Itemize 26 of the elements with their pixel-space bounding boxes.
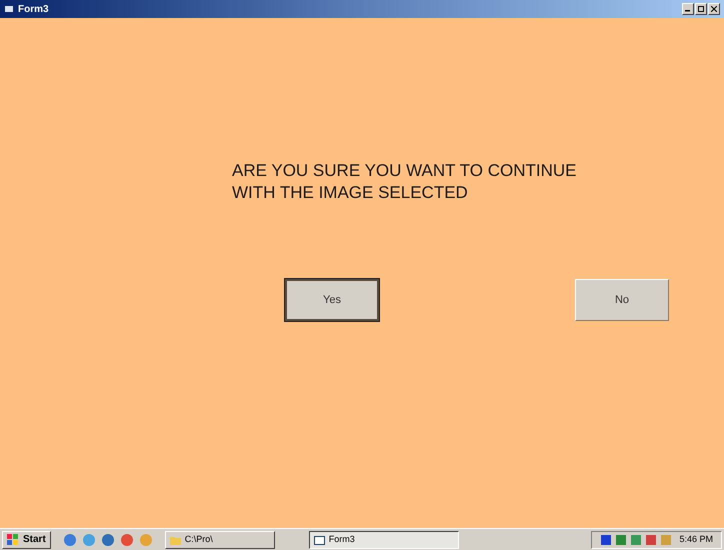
tray-icon[interactable] bbox=[630, 534, 642, 546]
tray-icon[interactable] bbox=[645, 534, 658, 546]
close-button[interactable] bbox=[708, 3, 720, 15]
windows-logo-icon bbox=[7, 534, 19, 546]
start-button[interactable]: Start bbox=[2, 530, 51, 548]
window-icon bbox=[4, 4, 14, 14]
close-icon bbox=[711, 6, 717, 12]
quick-launch-icon[interactable] bbox=[62, 532, 77, 546]
quick-launch-icon[interactable] bbox=[82, 532, 96, 546]
confirmation-message: WITH THE IMAGE SELECTED bbox=[232, 182, 469, 204]
taskbar-button[interactable]: C:\Pro\ bbox=[164, 530, 275, 548]
quick-launch-icon[interactable] bbox=[100, 532, 115, 546]
window-icon bbox=[314, 534, 325, 544]
maximize-icon bbox=[698, 6, 704, 12]
tray-icon[interactable] bbox=[615, 534, 628, 546]
clock: 5:46 PM bbox=[679, 532, 713, 546]
window-title: Form3 bbox=[18, 2, 49, 16]
minimize-button[interactable] bbox=[682, 3, 694, 15]
confirmation-message: ARE YOU SURE YOU WANT TO CONTINUE bbox=[232, 160, 578, 182]
dialog-button[interactable]: No bbox=[575, 279, 669, 321]
taskbar-button[interactable]: Form3 bbox=[308, 530, 459, 548]
maximize-button[interactable] bbox=[695, 3, 707, 15]
folder-icon bbox=[170, 534, 181, 544]
dialog-button[interactable]: Yes bbox=[285, 279, 379, 321]
tray-icon[interactable] bbox=[600, 534, 612, 546]
quick-launch-icon[interactable] bbox=[120, 532, 134, 546]
